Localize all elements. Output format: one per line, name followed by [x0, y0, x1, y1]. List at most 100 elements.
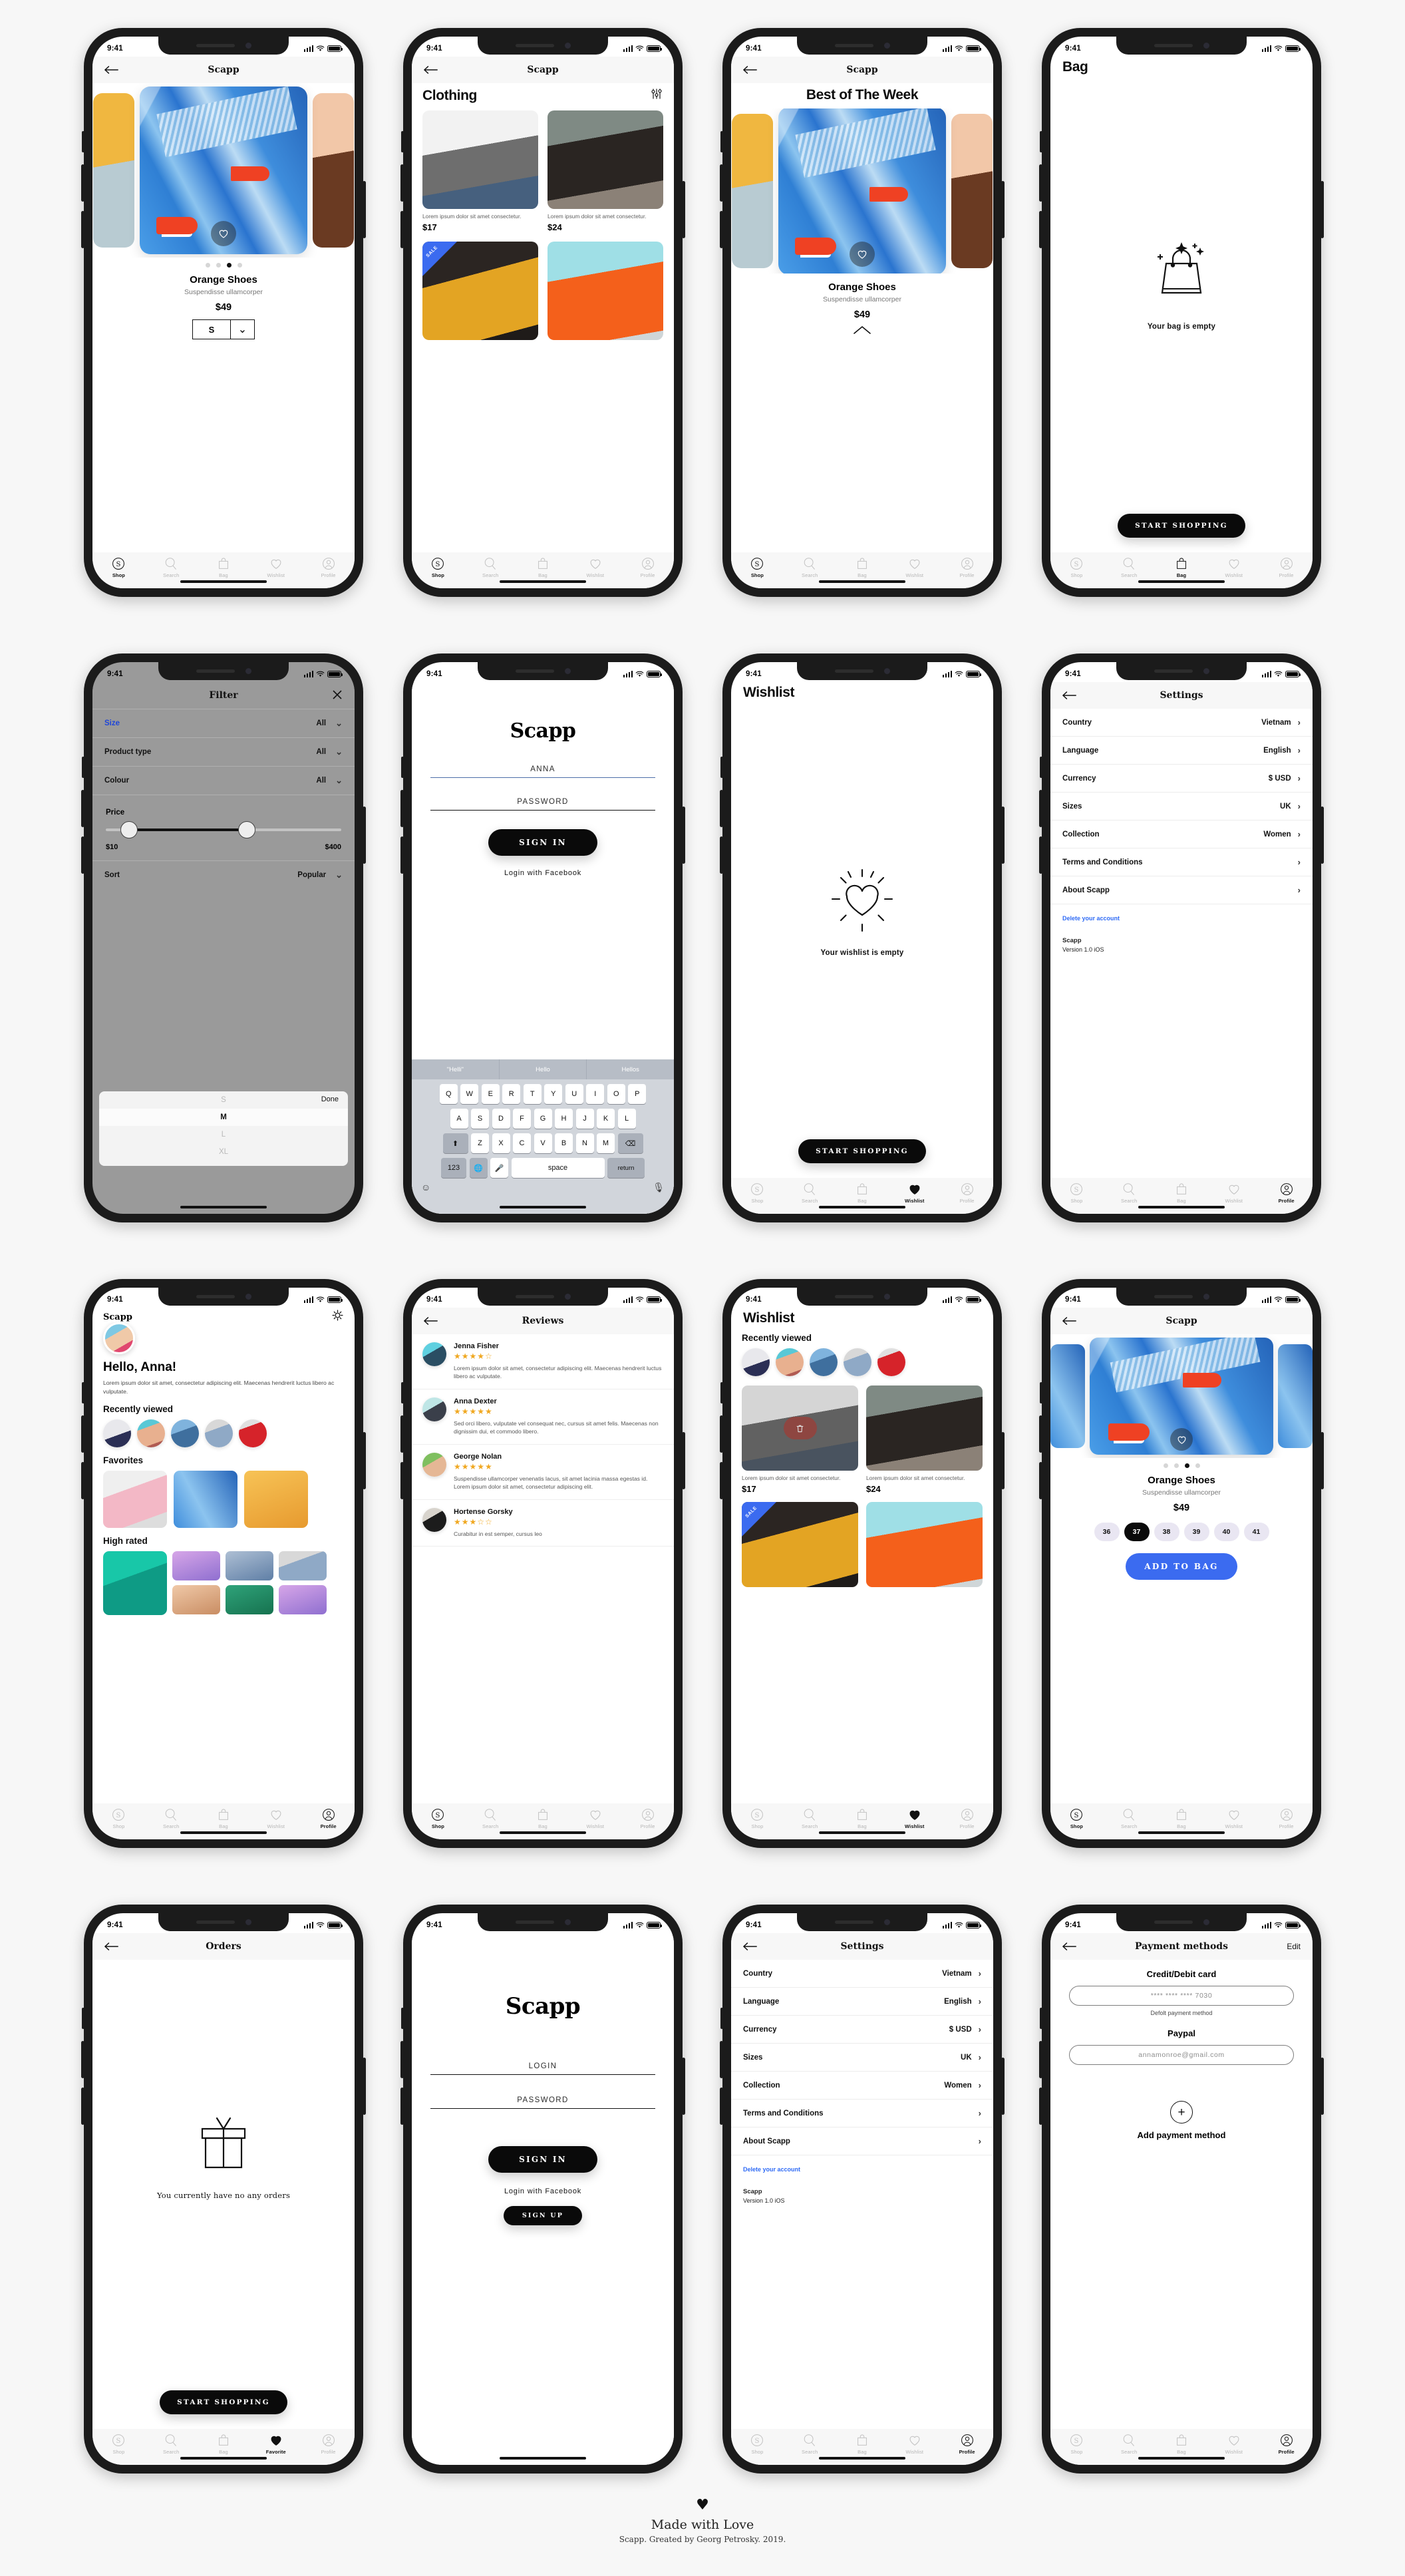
product-card[interactable]	[547, 242, 663, 341]
suggestion[interactable]: "Helli"	[412, 1059, 500, 1079]
tab-shop[interactable]: S Shop	[92, 2433, 145, 2455]
tab-profile[interactable]: Profile	[941, 1807, 993, 1829]
product-thumbnail[interactable]	[547, 110, 663, 209]
favorite-heart-icon[interactable]	[850, 242, 875, 267]
product-card[interactable]: Lorem ipsum dolor sit amet consectetur. …	[547, 110, 663, 232]
back-arrow-icon[interactable]	[1062, 1316, 1077, 1326]
home-indicator[interactable]	[180, 580, 267, 583]
tab-bag[interactable]: Bag	[198, 1807, 250, 1829]
tab-bag[interactable]: Bag	[1156, 1807, 1208, 1829]
key-P[interactable]: P	[628, 1084, 647, 1104]
password-input[interactable]: PASSWORD	[430, 793, 655, 811]
filter-row[interactable]: Product type All ⌄	[92, 738, 355, 767]
dictation-key-icon[interactable]: 🎤	[490, 1158, 508, 1178]
password-input[interactable]: PASSWORD	[430, 2091, 655, 2109]
tab-wishlist[interactable]: Wishlist	[249, 556, 302, 578]
tab-bag[interactable]: Bag	[1156, 1182, 1208, 1204]
home-indicator[interactable]	[819, 2456, 905, 2460]
carousel-dot[interactable]	[226, 263, 232, 268]
picker-option[interactable]: S	[99, 1091, 348, 1109]
key-J[interactable]: J	[575, 1109, 594, 1129]
carousel-prev-image[interactable]	[732, 114, 773, 268]
settings-row[interactable]: Terms and Conditions ›	[731, 2100, 993, 2127]
size-chip[interactable]: 39	[1183, 1523, 1209, 1541]
chevron-right-icon[interactable]: ›	[979, 2080, 981, 2090]
product-image[interactable]	[778, 108, 946, 274]
plus-icon[interactable]: +	[1170, 2101, 1193, 2123]
tab-shop[interactable]: S Shop	[92, 556, 145, 578]
home-indicator[interactable]	[500, 1205, 586, 1208]
list-item[interactable]	[844, 1348, 871, 1376]
tab-bag[interactable]: Bag	[517, 1807, 569, 1829]
chevron-right-icon[interactable]: ›	[1298, 801, 1301, 811]
favorite-heart-icon[interactable]	[211, 221, 236, 246]
product-thumbnail[interactable]: SALE	[742, 1502, 858, 1588]
chevron-down-icon[interactable]: ⌄	[335, 775, 343, 786]
tab-search[interactable]: Search	[784, 1807, 836, 1829]
key-V[interactable]: V	[534, 1133, 552, 1153]
settings-row[interactable]: Sizes UK ›	[1050, 793, 1313, 821]
size-chip-list[interactable]: 36 37 38 39 40 41	[1050, 1523, 1313, 1541]
price-max-handle[interactable]	[238, 821, 256, 838]
sign-up-button[interactable]: SIGN UP	[503, 2206, 583, 2225]
tab-search[interactable]: Search	[1103, 1182, 1156, 1204]
delete-account-link[interactable]: Delete your account	[1050, 904, 1313, 922]
carousel-dot[interactable]	[237, 263, 242, 268]
tab-profile[interactable]: Profile	[621, 556, 674, 578]
sort-row[interactable]: Sort Popular ⌄	[92, 860, 355, 889]
key-Q[interactable]: Q	[439, 1084, 458, 1104]
tab-wishlist[interactable]: Wishlist	[1207, 556, 1260, 578]
home-indicator[interactable]	[1138, 1831, 1225, 1834]
chevron-right-icon[interactable]: ›	[979, 2024, 981, 2034]
tab-profile[interactable]: Profile	[302, 556, 355, 578]
size-chip[interactable]: 36	[1094, 1523, 1120, 1541]
tab-bag[interactable]: Bag	[836, 1807, 889, 1829]
chevron-right-icon[interactable]: ›	[1298, 885, 1301, 895]
tab-shop[interactable]: S Shop	[1050, 556, 1103, 578]
carousel-dot[interactable]	[1195, 1463, 1200, 1468]
key-R[interactable]: R	[502, 1084, 521, 1104]
chevron-down-icon[interactable]: ⌄	[231, 319, 255, 339]
back-arrow-icon[interactable]	[424, 65, 438, 75]
return-key[interactable]: return	[607, 1158, 645, 1178]
chevron-right-icon[interactable]: ›	[979, 2052, 981, 2062]
review-item[interactable]: George Nolan ★★★★★ Suspendisse ullamcorp…	[412, 1445, 674, 1500]
home-indicator[interactable]	[819, 1205, 905, 1208]
key-T[interactable]: T	[523, 1084, 542, 1104]
tab-profile[interactable]: Profile	[1260, 1182, 1313, 1204]
tab-search[interactable]: Search	[464, 556, 517, 578]
back-arrow-icon[interactable]	[104, 1942, 119, 1951]
tab-bag[interactable]: Bag	[517, 556, 569, 578]
product-card[interactable]: SALE	[422, 242, 538, 341]
key-L[interactable]: L	[617, 1109, 636, 1129]
tab-search[interactable]: Search	[784, 556, 836, 578]
key-H[interactable]: H	[555, 1109, 573, 1129]
product-carousel[interactable]	[731, 108, 993, 274]
home-indicator[interactable]	[500, 2456, 586, 2460]
key-S[interactable]: S	[471, 1109, 489, 1129]
chevron-right-icon[interactable]: ›	[1298, 745, 1301, 755]
tab-wishlist[interactable]: Wishlist	[888, 556, 941, 578]
tab-bag[interactable]: Bag	[836, 556, 889, 578]
list-item[interactable]	[279, 1551, 327, 1580]
favorite-heart-icon[interactable]	[1170, 1428, 1193, 1451]
settings-row[interactable]: About Scapp ›	[1050, 876, 1313, 904]
home-indicator[interactable]	[500, 1831, 586, 1834]
backspace-key-icon[interactable]: ⌫	[617, 1133, 643, 1153]
tab-wishlist[interactable]: Wishlist	[1207, 1182, 1260, 1204]
product-image[interactable]	[140, 87, 307, 254]
chevron-right-icon[interactable]: ›	[1298, 773, 1301, 783]
tab-bag[interactable]: Bag	[198, 2433, 250, 2455]
key-U[interactable]: U	[565, 1084, 583, 1104]
chevron-right-icon[interactable]: ›	[1298, 857, 1301, 867]
chevron-right-icon[interactable]: ›	[1298, 829, 1301, 839]
carousel-dot[interactable]	[205, 263, 210, 268]
chevron-down-icon[interactable]: ⌄	[335, 747, 343, 757]
key-B[interactable]: B	[555, 1133, 573, 1153]
tab-wishlist[interactable]: Wishlist	[249, 1807, 302, 1829]
back-arrow-icon[interactable]	[104, 65, 119, 75]
list-item[interactable]	[172, 1584, 220, 1614]
tab-shop[interactable]: S Shop	[412, 1807, 464, 1829]
carousel-dot[interactable]	[1173, 1463, 1179, 1468]
list-item[interactable]	[226, 1551, 273, 1580]
